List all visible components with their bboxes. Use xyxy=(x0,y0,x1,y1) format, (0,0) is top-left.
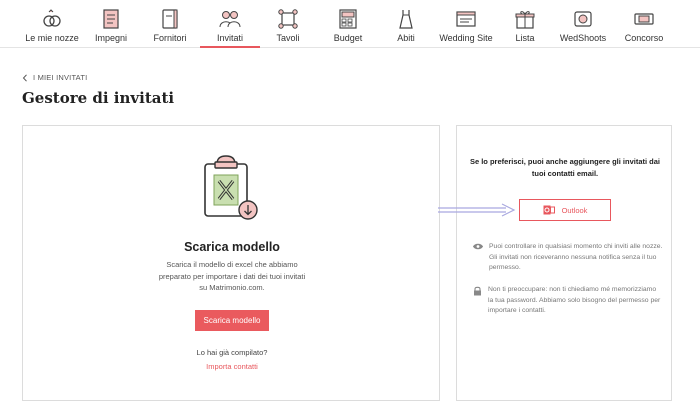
nav-label: Tavoli xyxy=(276,33,300,43)
already-filled-question: Lo hai già compilato? xyxy=(196,348,268,357)
card-description: Scarica il modello di excel che abbiamo … xyxy=(158,260,306,292)
nav-label: Budget xyxy=(333,33,363,43)
password-note: Non ti preoccupare: non ti chiediamo mé … xyxy=(473,285,663,317)
calculator-icon xyxy=(339,9,357,29)
main-navigation: Le mie nozze Impegni Fornitori Invitati … xyxy=(0,0,700,48)
annotation-arrow-icon xyxy=(438,203,516,217)
nav-label: Lista xyxy=(515,33,535,43)
download-template-button[interactable]: Scarica modello xyxy=(195,310,269,331)
outlook-icon xyxy=(543,205,555,215)
nav-label: Concorso xyxy=(624,33,664,43)
nav-item-impegni[interactable]: Impegni xyxy=(92,0,130,48)
outlook-button[interactable]: Outlook xyxy=(519,199,611,221)
privacy-note-text: Puoi controllare in qualsiasi momento ch… xyxy=(489,243,663,271)
page-title: Gestore di invitati xyxy=(22,89,175,107)
ticket-icon xyxy=(634,13,654,25)
nav-label: Impegni xyxy=(94,33,128,43)
card-title: Scarica modello xyxy=(184,240,280,254)
privacy-note: Puoi controllare in qualsiasi momento ch… xyxy=(473,242,663,274)
nav-item-lista[interactable]: Lista xyxy=(510,0,540,48)
nav-item-fornitori[interactable]: Fornitori xyxy=(150,0,190,48)
nav-item-concorso[interactable]: Concorso xyxy=(622,0,666,48)
chevron-left-icon xyxy=(22,73,27,82)
outlook-label: Outlook xyxy=(561,205,588,215)
guests-icon xyxy=(219,11,241,28)
nav-label: Invitati xyxy=(216,33,243,43)
import-contacts-link[interactable]: Importa contatti xyxy=(23,362,441,371)
nav-item-le-mie-nozze[interactable]: Le mie nozze xyxy=(25,0,79,48)
gift-icon xyxy=(515,11,535,29)
eye-icon xyxy=(473,243,483,250)
excel-clipboard-icon xyxy=(204,155,258,220)
dress-icon xyxy=(399,10,413,29)
nav-item-budget[interactable]: Budget xyxy=(330,0,366,48)
nav-label: WedShoots xyxy=(559,33,607,43)
nav-label: Le mie nozze xyxy=(25,33,79,43)
nav-item-wedshoots[interactable]: WedShoots xyxy=(560,0,606,48)
rings-icon xyxy=(43,9,61,27)
download-template-card: Scarica modello Scarica il modello di ex… xyxy=(22,125,440,401)
breadcrumb-label: I MIEI INVITATI xyxy=(33,73,88,82)
nav-label: Abiti xyxy=(397,33,415,43)
breadcrumb[interactable]: I MIEI INVITATI xyxy=(22,73,87,82)
password-note-text: Non ti preoccupare: non ti chiediamo mé … xyxy=(488,286,661,314)
nav-label: Wedding Site xyxy=(439,33,493,43)
lock-icon xyxy=(474,286,481,296)
checklist-icon xyxy=(103,9,119,29)
nav-item-wedding-site[interactable]: Wedding Site xyxy=(439,0,493,48)
nav-item-abiti[interactable]: Abiti xyxy=(390,0,422,48)
website-icon xyxy=(456,11,476,27)
camera-icon xyxy=(574,11,592,27)
contacts-heading: Se lo preferisci, puoi anche aggiungere … xyxy=(469,157,661,178)
nav-label: Fornitori xyxy=(153,33,187,43)
tables-icon xyxy=(278,9,298,29)
email-contacts-card: Se lo preferisci, puoi anche aggiungere … xyxy=(456,125,672,401)
nav-item-invitati[interactable]: Invitati xyxy=(200,0,260,48)
vendors-icon xyxy=(162,9,178,29)
nav-item-tavoli[interactable]: Tavoli xyxy=(270,0,306,48)
